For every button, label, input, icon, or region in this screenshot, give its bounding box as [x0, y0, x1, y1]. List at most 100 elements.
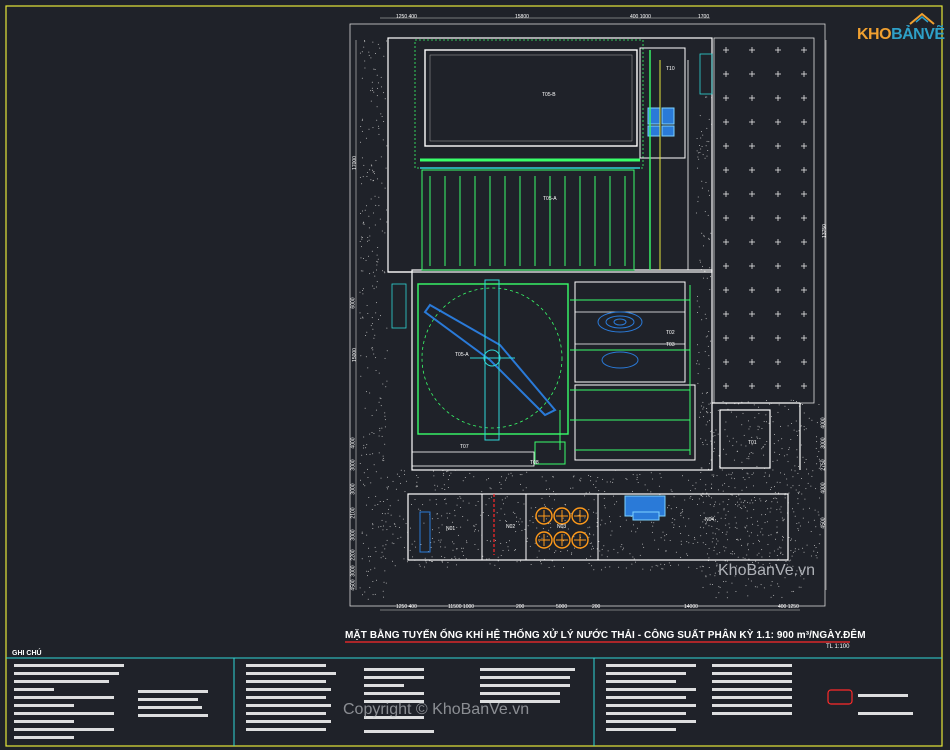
hatch-dot	[748, 535, 750, 537]
hatch-dot	[731, 582, 733, 584]
air-distribution-pipes	[559, 285, 691, 455]
hatch-dot	[462, 480, 464, 482]
hatch-dot	[474, 543, 476, 545]
hatch-dot	[367, 367, 369, 369]
hatch-dot	[778, 492, 780, 494]
hatch-dot	[736, 527, 738, 529]
hatch-dot	[776, 526, 778, 528]
label-t08: T08	[530, 460, 539, 466]
hatch-dot	[536, 556, 538, 558]
hatch-dot	[714, 575, 716, 577]
hatch-dot	[375, 551, 377, 553]
hatch-dot	[548, 488, 550, 490]
hatch-dot	[461, 547, 463, 549]
hatch-dot	[526, 540, 528, 542]
hatch-dot	[779, 482, 781, 484]
hatch-dot	[381, 116, 383, 118]
hatch-dot	[717, 433, 719, 435]
parking-cross	[749, 383, 755, 389]
hatch-dot	[818, 514, 820, 516]
hatch-dot	[375, 52, 377, 54]
hatch-dot	[362, 236, 364, 238]
hatch-dot	[699, 478, 701, 480]
label-t07: T07	[460, 444, 469, 450]
hatch-dot	[488, 558, 490, 560]
hatch-dot	[698, 306, 700, 308]
hatch-dot	[430, 546, 432, 548]
hatch-dot	[451, 521, 453, 523]
hatch-dot	[499, 519, 501, 521]
hatch-dot	[362, 258, 364, 260]
hatch-dot	[664, 539, 666, 541]
hatch-dot	[706, 392, 708, 394]
hatch-dot	[708, 525, 710, 527]
hatch-dot	[701, 319, 703, 321]
hatch-dot	[383, 581, 385, 583]
hatch-dot	[379, 500, 381, 502]
hatch-dot	[761, 428, 763, 430]
dim-left-6: 3000	[350, 483, 357, 495]
hatch-dot	[792, 508, 794, 510]
hatch-dot	[360, 257, 362, 259]
hatch-dot	[716, 475, 718, 477]
parking-cross	[801, 143, 807, 149]
hatch-dot	[394, 523, 396, 525]
hatch-dot	[698, 352, 700, 354]
hatch-dot	[780, 472, 782, 474]
hatch-dot	[745, 527, 747, 529]
parking-cross	[775, 239, 781, 245]
hatch-dot	[573, 475, 575, 477]
hatch-dot	[657, 548, 659, 550]
hatch-dot	[794, 515, 796, 517]
hatch-dot	[688, 542, 690, 544]
hatch-dot	[702, 495, 704, 497]
hatch-dot	[460, 506, 462, 508]
hatch-dot	[805, 488, 807, 490]
hatch-dot	[788, 449, 790, 451]
hatch-dot	[697, 196, 699, 198]
hatch-dot	[564, 503, 566, 505]
hatch-dot	[377, 504, 379, 506]
hatch-dot	[700, 148, 702, 150]
hatch-dot	[614, 503, 616, 505]
note-line	[246, 720, 331, 723]
hatch-dot	[652, 525, 654, 527]
hatch-dot	[708, 495, 710, 497]
hatch-dot	[375, 160, 377, 162]
hatch-dot	[399, 515, 401, 517]
hatch-dot	[750, 532, 752, 534]
hatch-dot	[563, 567, 565, 569]
hatch-dot	[473, 525, 475, 527]
hatch-dot	[759, 438, 761, 440]
hatch-dot	[711, 584, 713, 586]
hatch-dot	[469, 472, 471, 474]
hatch-dot	[694, 536, 696, 538]
hatch-dot	[597, 476, 599, 478]
hatch-dot	[804, 498, 806, 500]
hatch-dot	[452, 549, 454, 551]
hatch-dot	[714, 533, 716, 535]
hatch-dot	[366, 444, 368, 446]
hatch-dot	[746, 517, 748, 519]
note-line	[246, 712, 326, 715]
hatch-dot	[538, 541, 540, 543]
hatch-dot	[776, 554, 778, 556]
hatch-dot	[375, 204, 377, 206]
hatch-dot	[801, 478, 803, 480]
hatch-dot	[431, 556, 433, 558]
hatch-dot	[692, 543, 694, 545]
hatch-dot	[790, 550, 792, 552]
note-line	[14, 688, 54, 691]
hatch-dot	[466, 540, 468, 542]
hatch-dot	[818, 543, 820, 545]
hatch-dot	[564, 519, 566, 521]
hatch-dot	[790, 487, 792, 489]
hatch-dot	[786, 484, 788, 486]
hatch-dot	[542, 528, 544, 530]
hatch-dot	[477, 548, 479, 550]
hatch-dot	[592, 547, 594, 549]
note-line	[480, 668, 575, 671]
hatch-dot	[722, 400, 724, 402]
hatch-dot	[744, 479, 746, 481]
hatch-dot	[383, 271, 385, 273]
